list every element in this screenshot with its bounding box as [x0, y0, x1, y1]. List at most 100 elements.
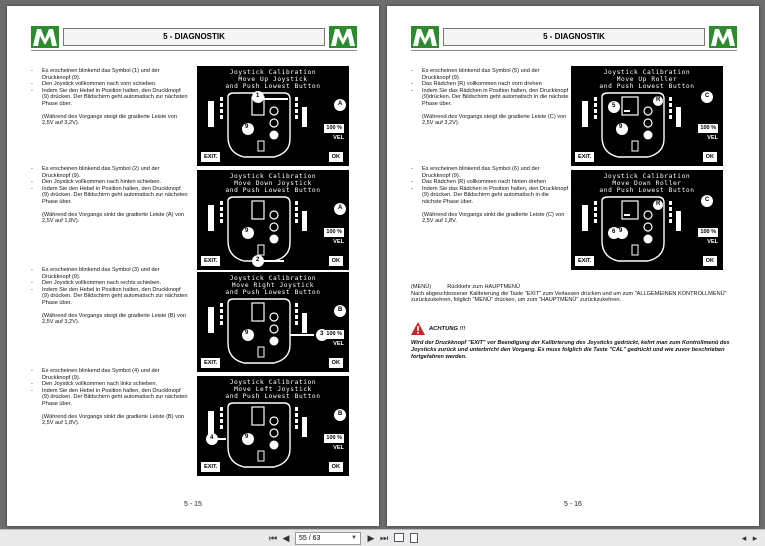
- vel-label: VEL: [333, 239, 344, 245]
- vel-label: VEL: [333, 341, 344, 347]
- instruction-item: Das Rädchen (R) vollkommen nach hinten d…: [409, 179, 569, 186]
- exit-button[interactable]: EXIT.: [575, 152, 595, 162]
- exit-button[interactable]: EXIT.: [201, 256, 221, 266]
- page-title: 5 - DIAGNOSTIK: [543, 32, 605, 41]
- menu-title: Rückkehr zum HAUPTMENÜ: [447, 284, 520, 290]
- voltage-bar-left: [582, 205, 588, 231]
- side-label: C: [705, 197, 710, 203]
- instruction-item: Den Joystick vollkommen nach hinten schi…: [29, 179, 189, 186]
- joystick-outline: [227, 298, 291, 364]
- logo-icon: [329, 26, 357, 48]
- instruction-item: Indem Sie den Hebel in Position halten, …: [29, 388, 189, 408]
- callout-label: 5: [612, 103, 616, 109]
- roller-label: R: [656, 201, 661, 207]
- logo-icon: [411, 26, 439, 48]
- chevron-down-icon[interactable]: ▼: [351, 533, 357, 544]
- header-divider: [411, 50, 737, 51]
- exit-button[interactable]: EXIT.: [201, 462, 221, 472]
- instruction-item: Es erscheinen blinkend das Symbol (6) un…: [409, 166, 569, 179]
- logo-icon: [709, 26, 737, 48]
- percent-readout: 100 %: [324, 434, 344, 443]
- voltage-bar-right: [302, 107, 307, 127]
- instruction-item: Den Joystick vollkommen nach rechts schi…: [29, 280, 189, 287]
- instruction-block: Es erscheinen blinkend das Symbol (6) un…: [409, 166, 569, 225]
- warning-title: ACHTUNG !!!: [429, 326, 466, 332]
- next-page-icon[interactable]: ▶: [366, 532, 376, 544]
- percent-readout: 100 %: [324, 228, 344, 237]
- side-label: C: [705, 93, 710, 99]
- menu-text: Nach abgeschlossener Kalibrierung die Ta…: [411, 290, 727, 304]
- instruction-item: Es erscheinen blinkend das Symbol (1) un…: [29, 68, 189, 81]
- vel-label: VEL: [333, 445, 344, 451]
- prev-page-icon[interactable]: ◀: [281, 532, 291, 544]
- speed-icon: VEL: [707, 135, 718, 141]
- warning-text: Wird der Druckknopf "EXIT" vor Beendigun…: [411, 340, 730, 360]
- callout-label: 2: [256, 257, 260, 263]
- ok-button[interactable]: OK: [702, 256, 717, 266]
- voltage-bar-left: [208, 101, 214, 127]
- ok-button[interactable]: OK: [328, 358, 343, 368]
- ok-button[interactable]: OK: [328, 256, 343, 266]
- lever-icon: [251, 302, 265, 322]
- instruction-item: Indem Sie das Rädchen in Position halten…: [409, 88, 569, 108]
- fit-width-icon[interactable]: [394, 532, 405, 544]
- voltage-bar-left: [208, 205, 214, 231]
- voltage-bar-right: [302, 313, 307, 333]
- instruction-item: Es erscheinen blinkend das Symbol (2) un…: [29, 166, 189, 179]
- instruction-note: (Während des Vorgangs sinkt die gradiert…: [42, 413, 185, 427]
- exit-button[interactable]: EXIT.: [575, 256, 595, 266]
- instruction-item: Es erscheinen blinkend das Symbol (5) un…: [409, 68, 569, 81]
- ok-button[interactable]: OK: [328, 152, 343, 162]
- instruction-note: (Während des Vorgangs sinkt die gradiert…: [422, 211, 565, 225]
- calibration-screen: Joystick Calibration Move Up Joystick and …: [197, 66, 349, 166]
- voltage-bar-left: [582, 101, 588, 127]
- knob-label: 9: [245, 124, 249, 130]
- voltage-bar-left: [208, 307, 214, 333]
- voltage-bar-right: [302, 211, 307, 231]
- first-page-icon[interactable]: ⏮: [268, 532, 278, 544]
- instruction-block: Es erscheinen blinkend das Symbol (2) un…: [29, 166, 189, 225]
- joystick-diagram: [208, 91, 346, 158]
- logo-icon: [31, 26, 59, 48]
- instruction-item: Indem Sie den Hebel in Position halten, …: [29, 88, 189, 108]
- sidebar-toggle-icon[interactable]: ◂: [740, 532, 748, 544]
- panel-toggle-icon[interactable]: ▸: [751, 532, 759, 544]
- page-number-field[interactable]: 55 / 63 ▼: [295, 532, 361, 545]
- vel-label: VEL: [707, 239, 718, 245]
- instruction-item: Es erscheinen blinkend das Symbol (3) un…: [29, 267, 189, 280]
- instruction-item: Das Rädchen (R) vollkommen nach vorn dre…: [409, 81, 569, 88]
- knob-label: 9: [245, 434, 249, 440]
- joystick-diagram: [582, 195, 713, 262]
- last-page-icon[interactable]: ⏭: [379, 532, 389, 544]
- instruction-note: (Während des Vorgangs steigt die gradier…: [422, 113, 567, 127]
- push-button-9: [643, 234, 653, 244]
- menu-label: (MENÜ): [411, 284, 432, 290]
- document-page-right: 5 - DIAGNOSTIK Es erscheinen blinkend da…: [387, 6, 759, 526]
- callout-label: 1: [256, 93, 260, 99]
- callout-label: 3: [320, 331, 324, 337]
- viewer-toolbar: ⏮ ◀ 55 / 63 ▼ ▶ ⏭ ◂ ▸: [0, 529, 765, 546]
- side-label: A: [338, 205, 343, 211]
- instruction-item: Es erscheinen blinkend das Symbol (4) un…: [29, 368, 189, 381]
- calibration-screen: Joystick Calibration Move Down Joystick an…: [197, 170, 349, 270]
- instruction-block: Es erscheinen blinkend das Symbol (5) un…: [409, 68, 569, 127]
- exit-button[interactable]: EXIT.: [201, 152, 221, 162]
- instruction-item: Den Joystick vollkommen nach vorn schieb…: [29, 81, 189, 88]
- speed-icon: VEL: [707, 239, 718, 245]
- voltage-bar-right: [302, 417, 307, 437]
- calibration-screen: Joystick Calibration Move Up Roller and Pu…: [571, 66, 723, 166]
- warning-icon: [411, 322, 425, 335]
- calibration-screen: Joystick Calibration Move Down Roller and …: [571, 170, 723, 270]
- page-number: 5 - 15: [184, 501, 202, 508]
- ok-button[interactable]: OK: [702, 152, 717, 162]
- push-button-9: [269, 336, 279, 346]
- fit-page-icon[interactable]: [408, 532, 419, 544]
- instruction-note: (Während des Vorgangs steigt die gradier…: [42, 113, 177, 127]
- instruction-item: Indem Sie den Hebel in Position halten, …: [29, 287, 189, 307]
- exit-button[interactable]: EXIT.: [201, 358, 221, 368]
- side-label: B: [338, 411, 343, 417]
- page-title: 5 - DIAGNOSTIK: [163, 32, 225, 41]
- ok-button[interactable]: OK: [328, 462, 343, 472]
- joystick-diagram: [208, 196, 346, 267]
- instruction-note: (Während des Vorgangs sinkt die gradiert…: [42, 211, 185, 225]
